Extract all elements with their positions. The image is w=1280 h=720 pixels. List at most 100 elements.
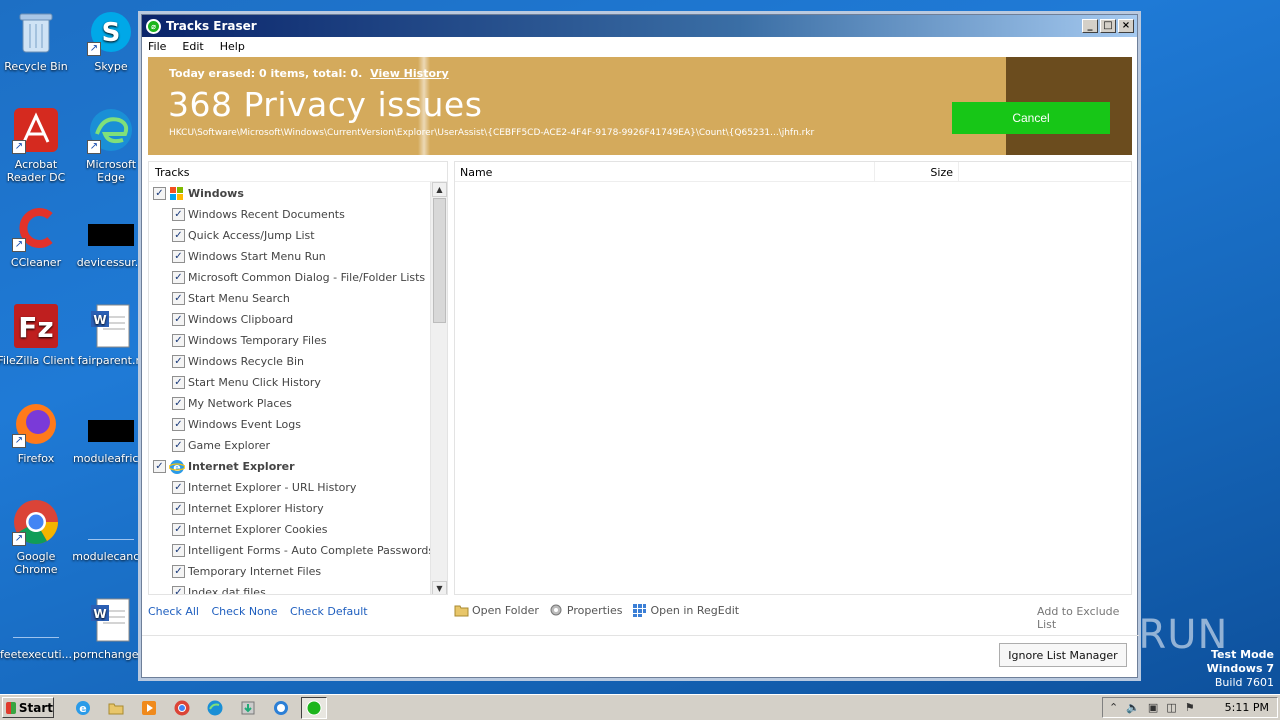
desktop-icon-label: Skype bbox=[94, 60, 128, 73]
scroll-down-arrow-icon[interactable]: ▼ bbox=[432, 581, 447, 594]
desktop-icon-recycle-bin[interactable]: Recycle Bin bbox=[0, 8, 75, 73]
tracks-tree-panel: Tracks ✓ Windows ✓ Windows Recent Documents… bbox=[148, 161, 448, 595]
track-item-checkbox[interactable]: ✓ bbox=[172, 376, 185, 389]
scroll-thumb[interactable] bbox=[433, 198, 446, 323]
track-item[interactable]: ✓ Temporary Internet Files bbox=[172, 561, 321, 582]
ccleaner-icon: ↗ bbox=[12, 204, 60, 252]
desktop-icon-feetexecuti[interactable]: feetexecuti... bbox=[0, 596, 75, 661]
start-button[interactable]: Start bbox=[2, 697, 54, 718]
track-item[interactable]: ✓ Windows Temporary Files bbox=[172, 330, 327, 351]
tracks-eraser-taskbar-icon[interactable] bbox=[301, 696, 327, 719]
volume-icon[interactable]: 🔈 bbox=[1126, 701, 1140, 714]
track-item[interactable]: ✓ Intelligent Forms - Auto Complete Passw… bbox=[172, 540, 434, 561]
track-group-0[interactable]: ✓ Windows bbox=[153, 183, 244, 204]
menu-edit[interactable]: Edit bbox=[180, 40, 205, 53]
network-icon[interactable]: ▣ bbox=[1148, 701, 1158, 714]
scroll-up-arrow-icon[interactable]: ▲ bbox=[432, 182, 447, 197]
minimize-button[interactable]: _ bbox=[1082, 19, 1098, 33]
security-icon[interactable]: ◫ bbox=[1166, 701, 1176, 714]
open-in-regedit-button[interactable]: Open in RegEdit bbox=[632, 603, 739, 617]
track-item[interactable]: ✓ Game Explorer bbox=[172, 435, 270, 456]
cancel-button[interactable]: Cancel bbox=[952, 102, 1110, 134]
internet-explorer-taskbar-icon[interactable]: e bbox=[70, 697, 96, 719]
track-item-checkbox[interactable]: ✓ bbox=[172, 544, 185, 557]
track-item[interactable]: ✓ Quick Access/Jump List bbox=[172, 225, 315, 246]
explorer-taskbar-icon[interactable] bbox=[103, 697, 129, 719]
track-item-checkbox[interactable]: ✓ bbox=[172, 502, 185, 515]
edge-taskbar-icon[interactable] bbox=[202, 697, 228, 719]
track-item-checkbox[interactable]: ✓ bbox=[172, 313, 185, 326]
track-item[interactable]: ✓ Windows Recent Documents bbox=[172, 204, 345, 225]
desktop-icon-label: pornchange... bbox=[73, 648, 149, 661]
track-item-label: Start Menu Click History bbox=[188, 376, 321, 389]
track-item[interactable]: ✓ Internet Explorer History bbox=[172, 498, 324, 519]
track-item[interactable]: ✓ Windows Recycle Bin bbox=[172, 351, 304, 372]
track-item-checkbox[interactable]: ✓ bbox=[172, 229, 185, 242]
check-default-link[interactable]: Check Default bbox=[290, 605, 368, 618]
track-item-checkbox[interactable]: ✓ bbox=[172, 292, 185, 305]
desktop-icon-moduleafric[interactable]: moduleafric... bbox=[72, 400, 150, 465]
close-button[interactable]: × bbox=[1118, 19, 1134, 33]
column-size[interactable]: Size bbox=[875, 162, 959, 181]
regedit-icon bbox=[633, 604, 647, 617]
clock[interactable]: 5:11 PM bbox=[1225, 701, 1269, 714]
add-to-exclude-list-link[interactable]: Add to Exclude List bbox=[1037, 605, 1137, 631]
properties-button[interactable]: Properties bbox=[549, 603, 622, 617]
desktop-icon-chrome[interactable]: ↗ Google Chrome bbox=[0, 498, 75, 576]
track-item[interactable]: ✓ Windows Clipboard bbox=[172, 309, 293, 330]
action-center-flag-icon[interactable]: ⚑ bbox=[1185, 701, 1195, 714]
menu-file[interactable]: File bbox=[146, 40, 168, 53]
desktop-icon-edge[interactable]: ↗ Microsoft Edge bbox=[72, 106, 150, 184]
chrome-taskbar-icon[interactable] bbox=[169, 697, 195, 719]
track-item[interactable]: ✓ Start Menu Click History bbox=[172, 372, 321, 393]
title-bar[interactable]: ⌀ Tracks Eraser _ □ × bbox=[142, 15, 1137, 37]
view-history-link[interactable]: View History bbox=[370, 67, 448, 80]
track-item[interactable]: ✓ Internet Explorer Cookies bbox=[172, 519, 328, 540]
track-item-checkbox[interactable]: ✓ bbox=[172, 439, 185, 452]
track-item-checkbox[interactable]: ✓ bbox=[172, 397, 185, 410]
track-item[interactable]: ✓ Windows Event Logs bbox=[172, 414, 301, 435]
ignore-list-manager-button[interactable]: Ignore List Manager bbox=[999, 643, 1127, 667]
track-item-checkbox[interactable]: ✓ bbox=[172, 523, 185, 536]
track-item-checkbox[interactable]: ✓ bbox=[172, 481, 185, 494]
track-item-checkbox[interactable]: ✓ bbox=[172, 208, 185, 221]
track-item[interactable]: ✓ Internet Explorer - URL History bbox=[172, 477, 356, 498]
window-controls: _ □ × bbox=[1082, 19, 1137, 33]
desktop-icon-pornchange[interactable]: W pornchange... bbox=[72, 596, 150, 661]
track-group-1[interactable]: ✓ e Internet Explorer bbox=[153, 456, 295, 477]
track-item-checkbox[interactable]: ✓ bbox=[172, 250, 185, 263]
track-item[interactable]: ✓ Windows Start Menu Run bbox=[172, 246, 326, 267]
menu-help[interactable]: Help bbox=[218, 40, 247, 53]
track-item-checkbox[interactable]: ✓ bbox=[172, 271, 185, 284]
track-item[interactable]: ✓ Index.dat files bbox=[172, 582, 266, 594]
open-folder-button[interactable]: Open Folder bbox=[454, 603, 539, 617]
track-item-checkbox[interactable]: ✓ bbox=[172, 334, 185, 347]
desktop-icon-modulecanc[interactable]: modulecanc... bbox=[72, 498, 150, 563]
ccleaner-taskbar-icon[interactable] bbox=[268, 697, 294, 719]
check-all-link[interactable]: Check All bbox=[148, 605, 199, 618]
desktop-icon-filezilla[interactable]: Fz FileZilla Client bbox=[0, 302, 75, 367]
tray-expand-icon[interactable]: ⌃ bbox=[1109, 701, 1118, 714]
track-item-checkbox[interactable]: ✓ bbox=[172, 586, 185, 594]
track-item-checkbox[interactable]: ✓ bbox=[172, 565, 185, 578]
desktop-icon-fairparent[interactable]: W fairparent.rt bbox=[72, 302, 150, 367]
installer-taskbar-icon[interactable] bbox=[235, 697, 261, 719]
track-item-checkbox[interactable]: ✓ bbox=[172, 418, 185, 431]
track-item[interactable]: ✓ Microsoft Common Dialog - File/Folder L… bbox=[172, 267, 425, 288]
desktop-icon-ccleaner[interactable]: ↗ CCleaner bbox=[0, 204, 75, 269]
desktop-icon-skype[interactable]: S ↗ Skype bbox=[72, 8, 150, 73]
maximize-button[interactable]: □ bbox=[1100, 19, 1116, 33]
track-item[interactable]: ✓ Start Menu Search bbox=[172, 288, 290, 309]
group-checkbox[interactable]: ✓ bbox=[153, 187, 166, 200]
track-item[interactable]: ✓ My Network Places bbox=[172, 393, 292, 414]
shortcut-arrow-icon: ↗ bbox=[87, 42, 101, 56]
desktop-icon-devicessur[interactable]: devicessur... bbox=[72, 204, 150, 269]
check-none-link[interactable]: Check None bbox=[211, 605, 277, 618]
group-checkbox[interactable]: ✓ bbox=[153, 460, 166, 473]
media-player-taskbar-icon[interactable] bbox=[136, 697, 162, 719]
column-name[interactable]: Name bbox=[455, 162, 875, 181]
desktop-icon-firefox[interactable]: ↗ Firefox bbox=[0, 400, 75, 465]
tracks-scrollbar[interactable]: ▲ ▼ bbox=[430, 182, 447, 594]
track-item-checkbox[interactable]: ✓ bbox=[172, 355, 185, 368]
desktop-icon-acrobat[interactable]: ↗ Acrobat Reader DC bbox=[0, 106, 75, 184]
